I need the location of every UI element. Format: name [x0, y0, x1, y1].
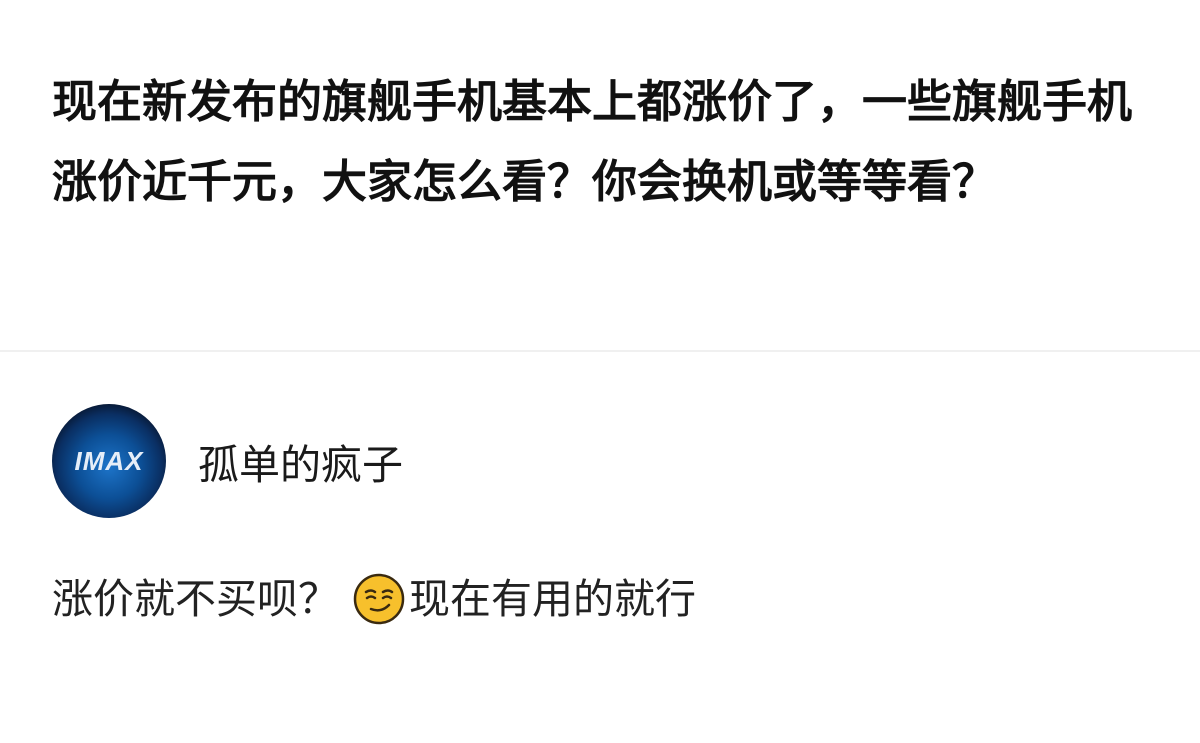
divider	[0, 350, 1200, 352]
answer-text-before: 涨价就不买呗？	[52, 575, 339, 623]
author-name[interactable]: 孤单的疯子	[198, 431, 403, 491]
question-title[interactable]: 现在新发布的旗舰手机基本上都涨价了，一些旗舰手机涨价近千元，大家怎么看？你会换机…	[52, 62, 1162, 222]
answer-author[interactable]: IMAX 孤单的疯子	[52, 404, 403, 518]
avatar-logo-text: IMAX	[75, 446, 145, 476]
answer-text-after: 现在有用的就行	[409, 575, 696, 623]
imax-logo-icon: IMAX	[75, 446, 145, 476]
answer-content: 涨价就不买呗？ 现在有用的就行	[52, 568, 696, 630]
smirk-face-icon	[353, 573, 405, 625]
avatar[interactable]: IMAX	[52, 404, 166, 518]
